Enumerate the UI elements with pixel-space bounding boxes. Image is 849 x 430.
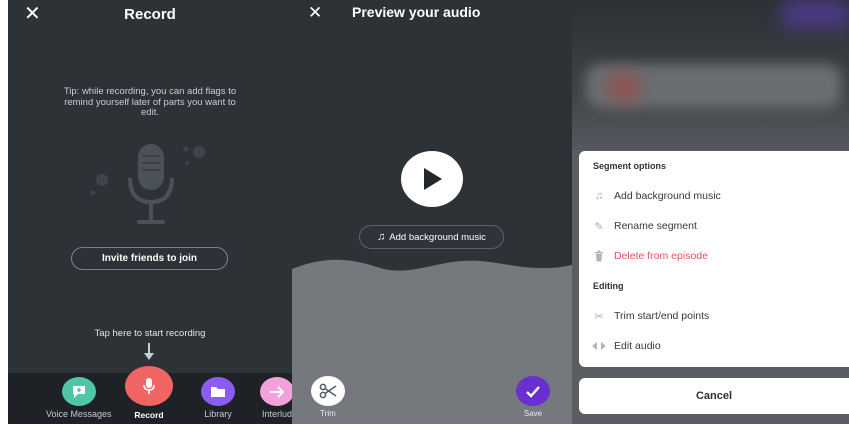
menu-add-background-music[interactable]: ♫ Add background music (591, 186, 721, 206)
microphone-illustration-icon (90, 144, 205, 224)
trash-icon (591, 249, 607, 263)
nav-label: Voice Messages (46, 409, 112, 419)
invite-friends-button[interactable]: Invite friends to join (71, 247, 228, 270)
menu-delete-from-episode[interactable]: Delete from episode (591, 246, 708, 266)
cancel-button[interactable]: Cancel (579, 378, 849, 414)
save-label: Save (523, 409, 543, 418)
editing-heading: Editing (593, 281, 624, 291)
recording-tip: Tip: while recording, you can add flags … (63, 86, 237, 118)
add-background-music-button[interactable]: ♫ Add background music (359, 225, 504, 249)
record-title: Record (124, 6, 176, 23)
nav-label: Library (204, 409, 232, 419)
menu-item-label: Edit audio (614, 340, 661, 352)
menu-item-label: Trim start/end points (614, 310, 710, 322)
record-screen: ✕ Record Tip: while recording, you can a… (8, 0, 292, 424)
nav-interlude[interactable]: Interlud (260, 377, 292, 419)
nav-label: Interlud (261, 409, 292, 419)
scissors-icon: ✂ (594, 310, 604, 323)
segment-options-heading: Segment options (593, 161, 667, 171)
segment-options-screen: Segment options ♫ Add background music ✎… (572, 0, 849, 424)
trim-label: Trim (320, 409, 336, 418)
pencil-icon: ✎ (594, 220, 604, 233)
voice-message-icon (61, 377, 96, 406)
menu-item-label: Delete from episode (614, 250, 708, 262)
preview-title: Preview your audio (352, 4, 481, 20)
nav-library[interactable]: Library (201, 377, 235, 419)
folder-icon (201, 377, 235, 406)
microphone-icon (125, 366, 173, 406)
arrow-right-icon (260, 377, 292, 406)
start-recording-hint: Tap here to start recording (94, 328, 206, 339)
blurred-dot (606, 70, 642, 104)
menu-rename-segment[interactable]: ✎ Rename segment (591, 216, 697, 236)
segment-options-sheet: Segment options ♫ Add background music ✎… (579, 151, 849, 367)
save-tool[interactable]: Save (516, 376, 550, 418)
arrow-down-icon (144, 343, 154, 360)
play-button[interactable] (401, 151, 463, 207)
preview-close-button[interactable]: ✕ (308, 4, 322, 21)
play-icon (424, 168, 442, 190)
nav-record[interactable]: Record (125, 366, 173, 420)
menu-trim-start-end[interactable]: ✂ Trim start/end points (591, 306, 709, 326)
nav-label: Record (134, 410, 164, 420)
nav-voice-messages[interactable]: Voice Messages (46, 377, 112, 419)
music-note-icon: ♫ (377, 231, 386, 243)
menu-edit-audio[interactable]: Edit audio (591, 336, 661, 356)
menu-item-label: Rename segment (614, 220, 697, 232)
checkmark-icon (516, 376, 550, 406)
add-background-music-label: Add background music (389, 232, 486, 243)
music-note-icon: ♫ (594, 190, 604, 202)
trim-tool[interactable]: Trim (311, 376, 345, 418)
blurred-accent (782, 0, 849, 28)
edit-audio-icon (591, 339, 607, 353)
menu-item-label: Add background music (614, 190, 721, 202)
scissors-icon (311, 376, 345, 406)
preview-screen: ✕ Preview your audio ♫ Add background mus… (292, 0, 572, 424)
